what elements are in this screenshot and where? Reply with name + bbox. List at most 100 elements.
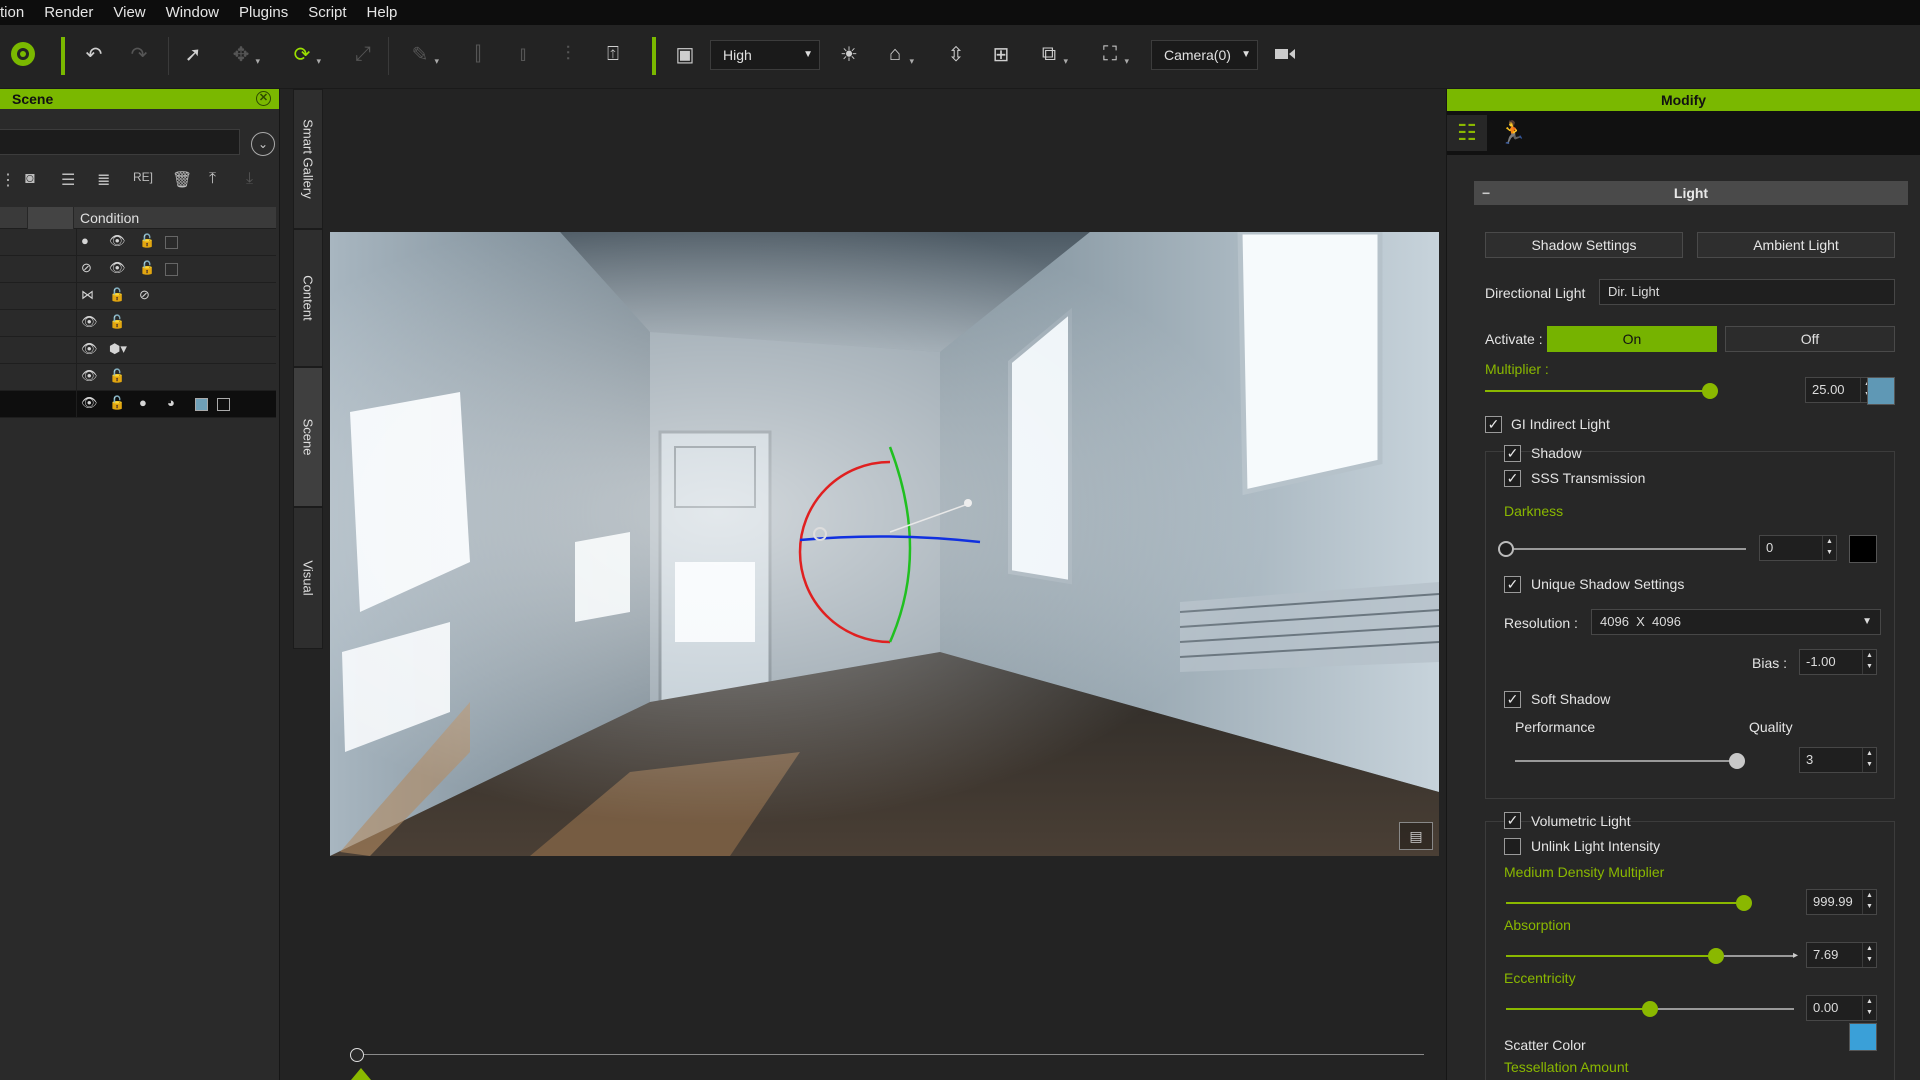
shadow-checkbox[interactable]: ✓	[1504, 445, 1521, 462]
soft-shadow-checkbox[interactable]: ✓	[1504, 691, 1521, 708]
visibility-eye-icon[interactable]: 👁	[109, 260, 126, 276]
menu-plugins[interactable]: Plugins	[229, 0, 298, 25]
align-left-icon[interactable]: ⫿	[463, 39, 493, 69]
table-row[interactable]: ● 👁 🔓	[0, 229, 276, 256]
menu-view[interactable]: View	[103, 0, 155, 25]
animation-figure-icon[interactable]: 🏃	[1493, 115, 1533, 151]
lock-icon[interactable]: 🔓	[109, 368, 125, 384]
distribute-icon[interactable]: ⫶	[553, 39, 583, 69]
darkness-slider[interactable]	[1498, 541, 1746, 557]
3d-viewport[interactable]: ▤	[330, 232, 1439, 856]
expand-list-icon[interactable]: ≣	[97, 170, 110, 190]
multiplier-slider[interactable]	[1485, 383, 1719, 399]
light-color-swatch[interactable]	[1867, 377, 1895, 405]
bias-input[interactable]: -1.00 ▲ ▼	[1799, 649, 1877, 675]
ambient-light-button[interactable]: Ambient Light	[1697, 232, 1895, 258]
darkness-input[interactable]: 0 ▲ ▼	[1759, 535, 1837, 561]
camera-select[interactable]: Camera(0) ▼	[1151, 40, 1258, 70]
light-sun-icon[interactable]: ☀	[834, 39, 864, 69]
stepper-arrows-icon[interactable]: ▲▼	[1862, 943, 1876, 967]
move-to-top-icon[interactable]: ⤒	[209, 170, 216, 188]
visibility-eye-icon[interactable]: 👁	[81, 341, 98, 357]
preview-window-icon[interactable]: ▣	[670, 39, 700, 69]
visibility-eye-icon[interactable]: 👁	[81, 314, 98, 330]
filter-icon[interactable]: ⌄	[251, 132, 275, 156]
visibility-eye-icon[interactable]: 👁	[109, 233, 126, 249]
gi-indirect-checkbox[interactable]: ✓	[1485, 416, 1502, 433]
render-quality-select[interactable]: High ▼	[710, 40, 820, 70]
select-arrow-icon[interactable]: ➚	[178, 39, 208, 69]
darkness-color-swatch[interactable]	[1849, 535, 1877, 563]
timeline-marker-icon[interactable]	[351, 1068, 371, 1080]
close-icon[interactable]: ✕	[256, 91, 271, 106]
lock-icon[interactable]: 🔓	[109, 314, 125, 330]
scale-icon[interactable]: ⤢	[348, 39, 378, 69]
unique-shadow-checkbox[interactable]: ✓	[1504, 576, 1521, 593]
tab-scene[interactable]: Scene	[293, 367, 323, 507]
lock-icon[interactable]: 🔓	[139, 260, 155, 276]
zoom-vertical-icon[interactable]: ⇳	[941, 39, 971, 69]
activate-on-button[interactable]: On	[1547, 326, 1717, 352]
drop-to-floor-icon[interactable]: ⍐	[598, 39, 628, 69]
redo-icon[interactable]: ↷	[124, 39, 154, 69]
scatter-color-swatch[interactable]	[1849, 1023, 1877, 1051]
stepper-arrows-icon[interactable]: ▲▼	[1862, 890, 1876, 914]
fit-view-icon[interactable]: ⊞	[986, 39, 1016, 69]
move-icon[interactable]: ✥ ▾	[226, 39, 260, 69]
video-camera-icon[interactable]	[1270, 39, 1300, 69]
collapse-list-icon[interactable]: ☰	[61, 170, 75, 190]
menu-help[interactable]: Help	[357, 0, 408, 25]
settings-sliders-icon[interactable]: ☷	[1447, 115, 1487, 151]
absorption-slider[interactable]: ▸	[1506, 948, 1798, 964]
menu-render[interactable]: Render	[34, 0, 103, 25]
color-swatch[interactable]	[195, 398, 208, 411]
tab-content[interactable]: Content	[293, 229, 323, 367]
tree-view-icon[interactable]: ⋮	[0, 170, 16, 190]
table-row-selected[interactable]: 👁 🔓 ● ◕	[0, 391, 276, 418]
stepper-arrows-icon[interactable]: ▲▼	[1862, 748, 1876, 772]
lock-icon[interactable]: 🔓	[109, 287, 125, 303]
tab-visual[interactable]: Visual	[293, 507, 323, 649]
light-section-header[interactable]: − Light	[1474, 181, 1908, 205]
table-row[interactable]: ⊘ 👁 🔓	[0, 256, 276, 283]
timeline-playhead-handle[interactable]	[350, 1048, 364, 1062]
collapse-icon[interactable]: −	[1482, 181, 1490, 205]
rename-icon[interactable]: RE]	[133, 170, 153, 184]
light-name-field[interactable]: Dir. Light	[1599, 279, 1895, 305]
stepper-arrows-icon[interactable]: ▲▼	[1862, 996, 1876, 1020]
visibility-eye-icon[interactable]: 👁	[81, 395, 98, 411]
view-cube-icon[interactable]: ⧉ ▾	[1034, 39, 1068, 69]
shadow-settings-button[interactable]: Shadow Settings	[1485, 232, 1683, 258]
soft-shadow-input[interactable]: 3 ▲ ▼	[1799, 747, 1877, 773]
app-logo-icon[interactable]	[8, 39, 38, 69]
scene-search-input[interactable]	[0, 129, 240, 155]
align-center-icon[interactable]: ⫾	[508, 39, 538, 69]
brush-icon[interactable]: ✎ ▾	[405, 39, 439, 69]
checkbox[interactable]	[165, 236, 178, 249]
activate-off-button[interactable]: Off	[1725, 326, 1895, 352]
undo-icon[interactable]: ↶	[79, 39, 109, 69]
rotate-icon[interactable]: ⟳ ▾	[287, 39, 321, 69]
soft-shadow-slider[interactable]	[1515, 753, 1745, 769]
frame-selected-icon[interactable]: ⛶ ▾	[1095, 39, 1129, 69]
table-row[interactable]: 👁 🔓	[0, 310, 276, 337]
checkbox[interactable]	[165, 263, 178, 276]
show-selected-icon[interactable]: ◙	[25, 170, 35, 188]
comment-icon[interactable]: ▤	[1399, 822, 1433, 850]
density-input[interactable]: 999.99 ▲ ▼	[1806, 889, 1877, 915]
volumetric-checkbox[interactable]: ✓	[1504, 812, 1521, 829]
tab-smart-gallery[interactable]: Smart Gallery	[293, 89, 323, 229]
table-row[interactable]: 👁 🔓	[0, 364, 276, 391]
eccentricity-slider[interactable]	[1506, 1001, 1794, 1017]
move-to-bottom-icon[interactable]: ⤓	[246, 170, 253, 188]
unlink-checkbox[interactable]	[1504, 838, 1521, 855]
density-slider[interactable]	[1506, 895, 1752, 911]
stepper-arrows-icon[interactable]: ▲▼	[1862, 650, 1876, 674]
sss-checkbox[interactable]: ✓	[1504, 470, 1521, 487]
visibility-eye-icon[interactable]: 👁	[81, 368, 98, 384]
menu-script[interactable]: Script	[298, 0, 356, 25]
table-row[interactable]: 👁 ⬢▾	[0, 337, 276, 364]
home-view-icon[interactable]: ⌂ ▾	[880, 39, 914, 69]
resolution-select[interactable]: 4096 X 4096 ▼	[1591, 609, 1881, 635]
absorption-input[interactable]: 7.69 ▲ ▼	[1806, 942, 1877, 968]
